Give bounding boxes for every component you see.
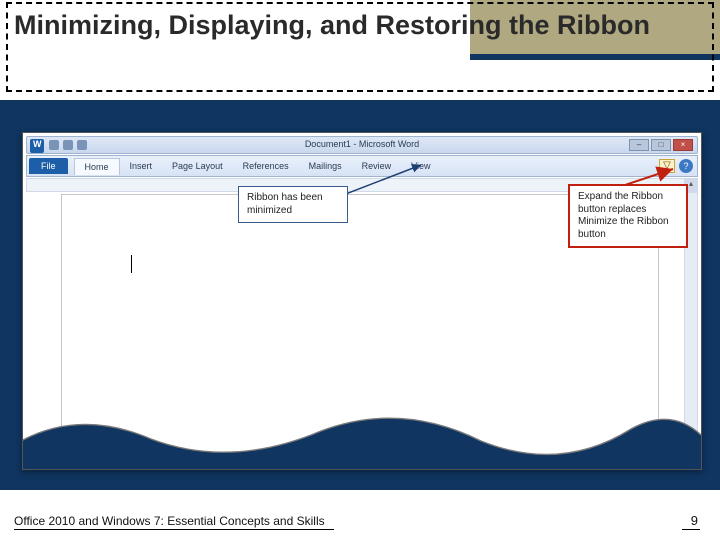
qat-redo-icon[interactable]	[77, 140, 87, 150]
tab-insert[interactable]: Insert	[120, 158, 163, 174]
slide-title: Minimizing, Displaying, and Restoring th…	[14, 8, 706, 43]
slide-number: 9	[691, 513, 698, 528]
word-screenshot: Document1 - Microsoft Word – □ × File Ho…	[22, 132, 702, 470]
window-controls: – □ ×	[629, 139, 693, 151]
callout-ribbon-minimized: Ribbon has been minimized	[238, 186, 348, 223]
callout-arrow-minimized	[343, 161, 433, 197]
word-app-icon	[30, 139, 44, 153]
tab-page-layout[interactable]: Page Layout	[162, 158, 233, 174]
footer-text: Office 2010 and Windows 7: Essential Con…	[14, 514, 325, 528]
qat-icon-group	[49, 140, 87, 150]
callout-expand-ribbon: Expand the Ribbon button replaces Minimi…	[568, 184, 688, 248]
window-title: Document1 - Microsoft Word	[305, 139, 419, 149]
header-band: Minimizing, Displaying, and Restoring th…	[0, 0, 720, 100]
slide-footer: Office 2010 and Windows 7: Essential Con…	[0, 496, 720, 540]
qat-save-icon[interactable]	[49, 140, 59, 150]
file-tab[interactable]: File	[29, 158, 68, 174]
tab-references[interactable]: References	[233, 158, 299, 174]
tab-home[interactable]: Home	[74, 158, 120, 175]
close-window-button[interactable]: ×	[673, 139, 693, 151]
qat-undo-icon[interactable]	[63, 140, 73, 150]
minimize-window-button[interactable]: –	[629, 139, 649, 151]
torn-edge	[23, 401, 701, 469]
quick-access-toolbar: Document1 - Microsoft Word – □ ×	[26, 136, 698, 154]
text-cursor	[131, 255, 132, 273]
maximize-window-button[interactable]: □	[651, 139, 671, 151]
